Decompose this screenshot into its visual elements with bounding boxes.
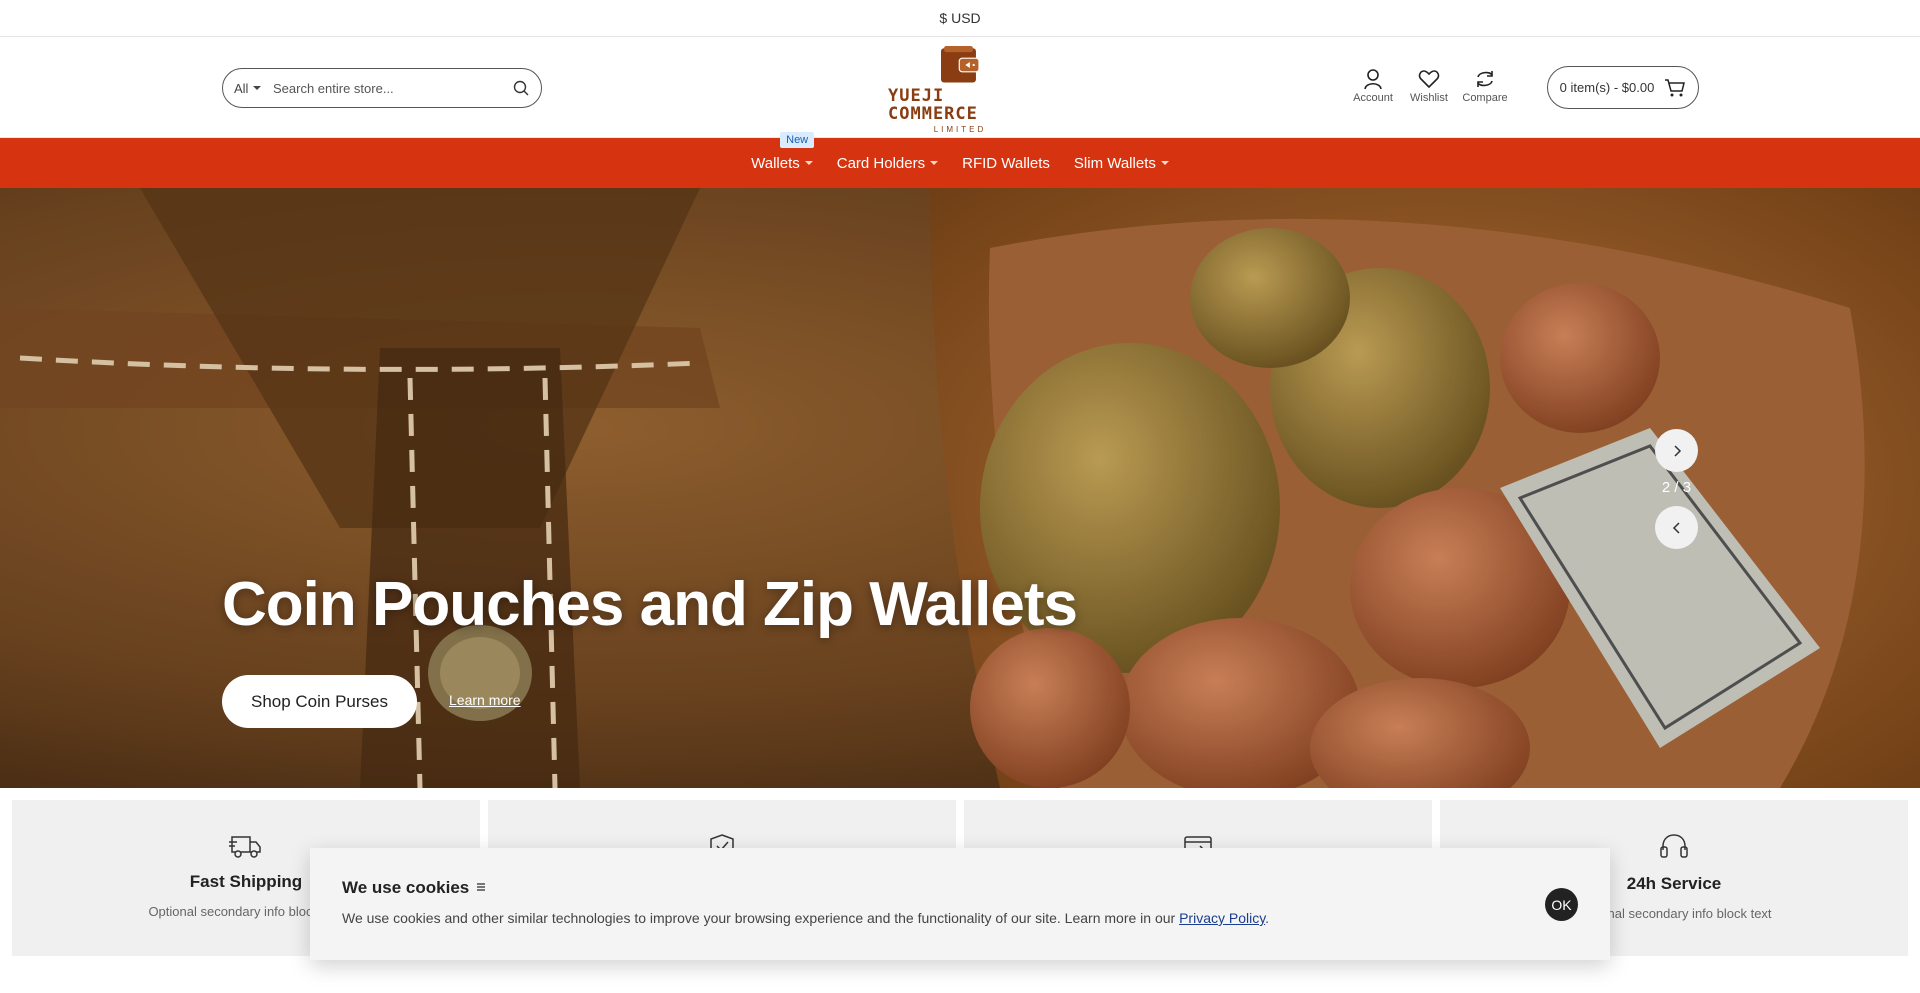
wallet-logo-icon (941, 46, 980, 83)
cookie-title-text: We use cookies (342, 878, 470, 897)
currency-bar: $ USD (0, 0, 1920, 37)
cookie-title: We use cookies (342, 878, 1578, 898)
compare-arrows-icon (1477, 71, 1493, 87)
nav-item-card-holders[interactable]: Card Holders (836, 154, 939, 172)
cart-button[interactable]: 0 item(s) - $0.00 (1547, 66, 1699, 109)
headset-icon (1660, 834, 1688, 858)
hero-slider: Coin Pouches and Zip Wallets Shop Coin P… (0, 188, 1920, 788)
nav-item-label: Slim Wallets (1073, 154, 1156, 172)
info-block-title: Fast Shipping (189, 872, 303, 891)
chevron-down-icon (804, 161, 813, 165)
shop-coin-purses-button[interactable]: Shop Coin Purses (222, 675, 417, 728)
learn-more-link[interactable]: Learn more (449, 692, 521, 708)
nav-item-rfid-wallets[interactable]: RFID Wallets (962, 155, 1050, 172)
nav-item-label: Wallets (751, 154, 800, 172)
chevron-left-icon (1672, 521, 1680, 534)
nav-item-wallets[interactable]: New Wallets (751, 131, 815, 172)
cookie-list-icon (476, 883, 485, 891)
cookie-banner: We use cookies We use cookies and other … (310, 848, 1610, 960)
brand-name: YUEJI COMMERCE (888, 86, 978, 124)
truck-icon (229, 836, 261, 858)
search-category-select[interactable]: All (223, 81, 273, 96)
privacy-policy-link[interactable]: Privacy Policy (1179, 910, 1265, 926)
prev-slide-button[interactable] (1655, 506, 1698, 549)
main-nav: New Wallets Card Holders RFID Wallets Sl… (0, 131, 1920, 188)
search-input[interactable] (273, 80, 501, 96)
cart-icon (1665, 78, 1686, 96)
next-slide-button[interactable] (1655, 429, 1698, 472)
cookie-period: . (1265, 910, 1270, 926)
search-category-label: All (234, 80, 249, 96)
new-badge: New (780, 131, 815, 148)
chevron-down-icon (253, 86, 262, 90)
nav-item-label: RFID Wallets (962, 154, 1050, 172)
wishlist-link[interactable]: Wishlist (1408, 68, 1450, 104)
cookie-text: We use cookies and other similar technol… (342, 910, 1578, 926)
info-block-title: 24h Service (1626, 874, 1722, 893)
nav-item-slim-wallets[interactable]: Slim Wallets (1074, 155, 1169, 172)
currency-selector[interactable]: USD (951, 10, 981, 26)
chevron-down-icon (930, 161, 939, 165)
slide-counter: 2 / 3 (1661, 479, 1692, 496)
account-label: Account (1353, 92, 1393, 104)
heart-icon (1418, 70, 1440, 89)
site-header: All YUEJI COMMERCE LIMITED Account Wishl… (0, 37, 1920, 138)
compare-label: Compare (1462, 92, 1508, 104)
brand-subtitle: LIMITED (933, 125, 987, 134)
chevron-right-icon (1673, 444, 1681, 457)
search-icon[interactable] (501, 80, 541, 96)
site-logo[interactable]: YUEJI COMMERCE LIMITED (888, 46, 1032, 134)
compare-link[interactable]: Compare (1462, 68, 1508, 104)
chevron-down-icon (1160, 161, 1169, 165)
hero-title: Coin Pouches and Zip Wallets (222, 570, 1078, 639)
search-bar: All (222, 68, 542, 108)
account-link[interactable]: Account (1352, 68, 1394, 104)
header-actions: Account Wishlist Compare (1352, 68, 1508, 104)
nav-item-label: Card Holders (836, 154, 926, 172)
wishlist-label: Wishlist (1410, 92, 1448, 104)
cart-summary: 0 item(s) - $0.00 (1559, 80, 1655, 95)
user-icon (1364, 69, 1382, 90)
currency-symbol[interactable]: $ (939, 10, 947, 26)
cookie-ok-button[interactable]: OK (1545, 888, 1578, 921)
cookie-message: We use cookies and other similar technol… (342, 910, 1180, 926)
